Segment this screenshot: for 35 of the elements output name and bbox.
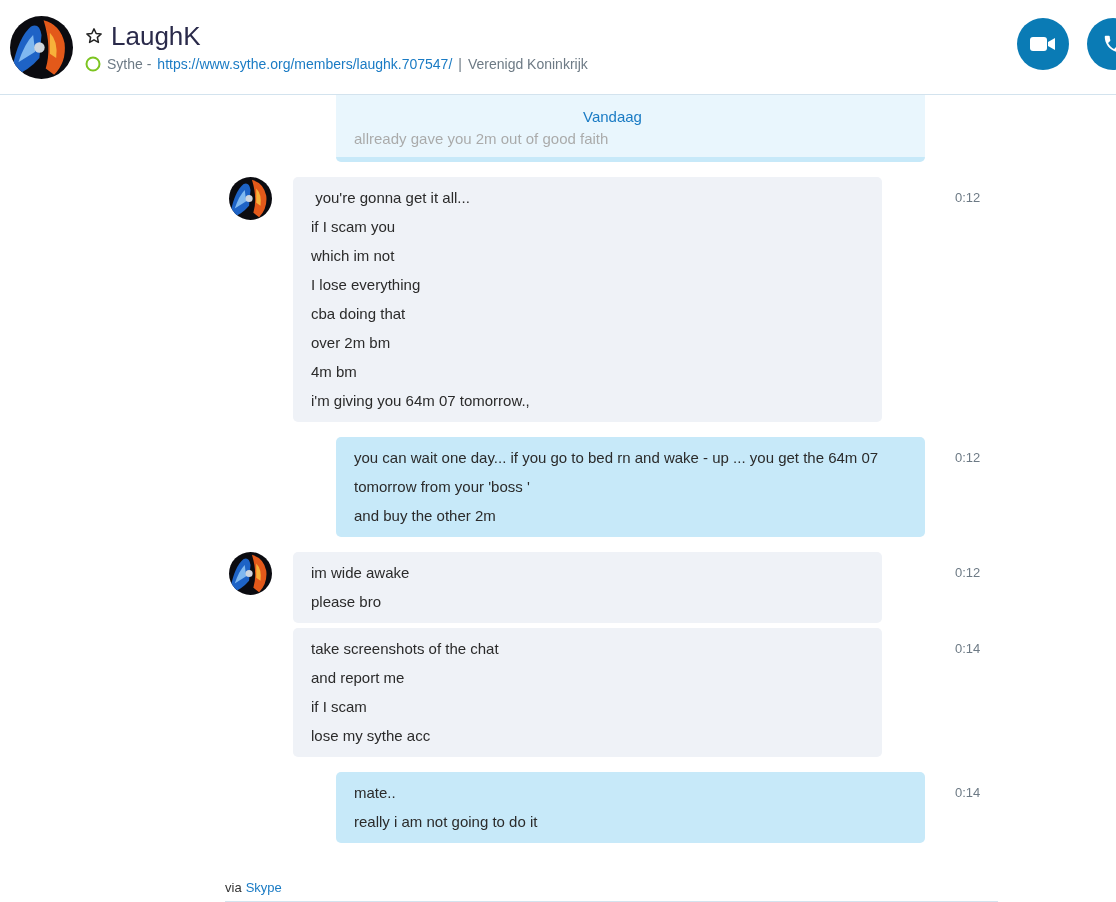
presence-icon — [85, 55, 101, 72]
message-text: which im not — [311, 246, 396, 266]
star-icon[interactable] — [85, 27, 103, 45]
video-call-button[interactable] — [1017, 18, 1069, 70]
message-text: and report me — [311, 668, 406, 688]
video-camera-icon — [1030, 36, 1056, 52]
message-text: 4m bm — [311, 362, 358, 382]
message-time: 0:12 — [955, 565, 981, 580]
location: Verenigd Koninkrijk — [467, 55, 588, 72]
via-label: via — [225, 880, 242, 895]
message-text: I lose everything — [311, 275, 422, 295]
message-text: i'm giving you 64m 07 tomorrow., — [311, 391, 531, 411]
message-text: you're gonna get it all... — [314, 188, 471, 208]
profile-source: Sythe - — [107, 55, 152, 72]
contact-name: LaughK — [111, 20, 201, 52]
message-text: allready gave you 2m out of good faith — [354, 130, 609, 148]
separator: | — [458, 55, 462, 72]
message-time: 0:14 — [955, 641, 981, 656]
message-text: if I scam — [311, 697, 368, 717]
message-text: really i am not going to do it — [354, 812, 539, 832]
message-text: mate.. — [354, 783, 397, 803]
message-time: 0:14 — [955, 785, 981, 800]
message-time: 0:12 — [955, 450, 981, 465]
message-text: please bro — [311, 592, 383, 612]
message-text: over 2m bm — [311, 333, 392, 353]
message-text: and buy the other 2m — [354, 506, 497, 526]
date-divider: Vandaag — [583, 108, 642, 126]
skype-link[interactable]: Skype — [245, 880, 282, 895]
message-text: lose my sythe acc — [311, 726, 432, 746]
message-text: im wide awake — [311, 563, 411, 583]
message-text: if I scam you — [311, 217, 397, 237]
message-text: cba doing that — [311, 304, 407, 324]
message-text: take screenshots of the chat — [311, 639, 500, 659]
message-time: 0:12 — [955, 190, 981, 205]
profile-link[interactable]: https://www.sythe.org/members/laughk.707547/ — [157, 55, 453, 72]
